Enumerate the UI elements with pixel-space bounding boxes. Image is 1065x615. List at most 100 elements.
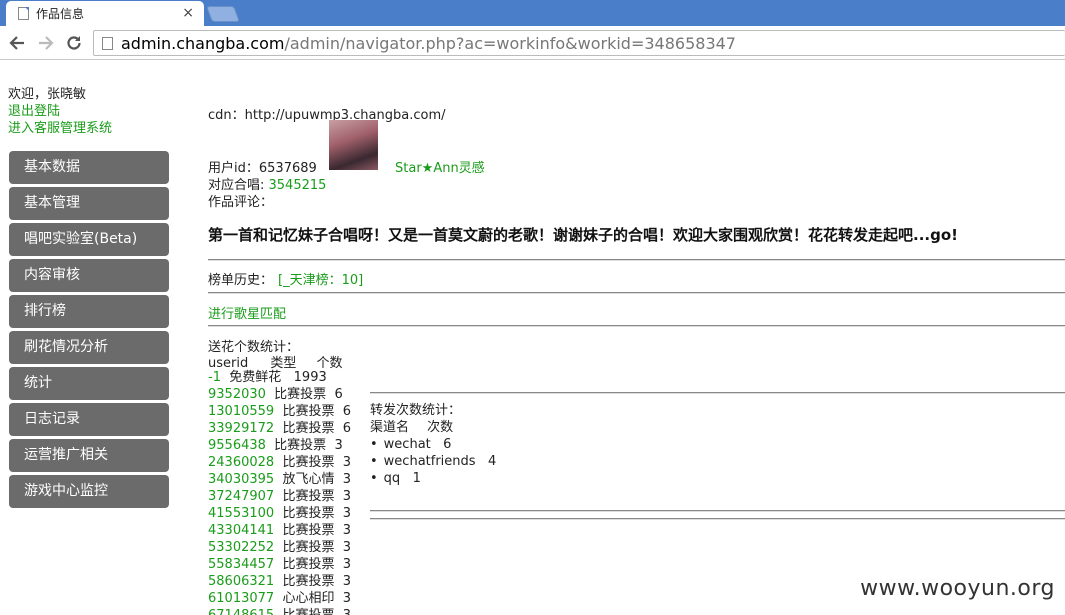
list-item: 53302252 比赛投票 3: [208, 539, 351, 556]
flower-type: 比赛投票: [274, 387, 327, 402]
sidebar-item-game-center[interactable]: 游戏中心监控: [9, 475, 169, 508]
browser-toolbar: admin.changba.com/admin/navigator.php?ac…: [0, 26, 1065, 60]
sidebar-item-flower-analysis[interactable]: 刷花情况分析: [9, 331, 169, 364]
comment-label: 作品评论：: [208, 195, 274, 210]
sidebar: 基本数据 基本管理 唱吧实验室(Beta) 内容审核 排行榜 刷花情况分析 统计…: [9, 151, 169, 511]
flower-userid-link[interactable]: 37247907: [208, 489, 274, 504]
flower-userid-link[interactable]: 34030395: [208, 472, 274, 487]
list-item: 34030395 放飞心情 3: [208, 471, 351, 488]
flower-type: 比赛投票: [282, 557, 335, 572]
watermark: www.wooyun.org: [860, 576, 1055, 601]
flower-type: 比赛投票: [282, 540, 335, 555]
list-item: 41553100 比赛投票 3: [208, 505, 351, 522]
avatar[interactable]: [329, 120, 378, 170]
share-channel: wechat: [383, 437, 431, 452]
divider: [370, 392, 1065, 394]
header-times: 次数: [427, 420, 454, 435]
star-match-link[interactable]: 进行歌星匹配: [208, 303, 286, 322]
share-stats-title: 转发次数统计：: [370, 403, 462, 418]
list-item: wechat 6: [370, 436, 496, 453]
flower-type: 心心相印: [282, 591, 335, 606]
flower-userid-link[interactable]: 41553100: [208, 506, 274, 521]
sidebar-item-basic-management[interactable]: 基本管理: [9, 187, 169, 220]
rank-link[interactable]: [_天津榜：10]: [278, 273, 363, 288]
flower-type: 比赛投票: [282, 455, 335, 470]
flower-count: 3: [342, 472, 351, 487]
sidebar-item-ranking[interactable]: 排行榜: [9, 295, 169, 328]
list-item: 55834457 比赛投票 3: [208, 556, 351, 573]
flower-count: 3: [342, 591, 351, 606]
share-stats: 转发次数统计： 渠道名 次数 wechat 6 wechatfriends 4 …: [370, 402, 496, 487]
cs-system-link[interactable]: 进入客服管理系统: [8, 120, 112, 137]
flower-type: 比赛投票: [282, 489, 335, 504]
new-tab-button[interactable]: [206, 6, 240, 22]
share-count: 1: [412, 471, 421, 486]
page-icon: [18, 7, 29, 20]
close-tab-icon[interactable]: ×: [182, 5, 194, 21]
url-path: /admin/navigator.php?ac=workinfo&workid=…: [284, 33, 736, 53]
flower-count: 3: [342, 574, 351, 589]
flower-count: 1993: [293, 370, 327, 385]
sidebar-item-basic-data[interactable]: 基本数据: [9, 151, 169, 184]
list-item: 9352030 比赛投票 6: [208, 386, 351, 403]
logout-link[interactable]: 退出登陆: [8, 103, 112, 120]
share-stats-header: 渠道名 次数: [370, 419, 496, 436]
flower-userid-link[interactable]: 33929172: [208, 421, 274, 436]
flower-userid-link[interactable]: 13010559: [208, 404, 274, 419]
reload-icon[interactable]: [63, 32, 85, 54]
flower-userid-link[interactable]: 53302252: [208, 540, 274, 555]
share-channel: wechatfriends: [383, 454, 476, 469]
flower-userid-link[interactable]: 55834457: [208, 557, 274, 572]
share-count: 6: [443, 437, 452, 452]
flower-list: -1 免费鲜花 1993 9352030 比赛投票 6 13010559 比赛投…: [208, 369, 351, 615]
flower-count: 3: [342, 557, 351, 572]
flower-userid-link[interactable]: 43304141: [208, 523, 274, 538]
flower-userid-link[interactable]: 58606321: [208, 574, 274, 589]
flower-type: 免费鲜花: [229, 370, 282, 385]
rank-label: 榜单历史：: [208, 273, 274, 288]
list-item: 61013077 心心相印 3: [208, 590, 351, 607]
flower-userid-link[interactable]: 9556438: [208, 438, 266, 453]
flower-userid-link[interactable]: 24360028: [208, 455, 274, 470]
sidebar-item-content-review[interactable]: 内容审核: [9, 259, 169, 292]
flower-count: 3: [334, 438, 343, 453]
sidebar-item-lab[interactable]: 唱吧实验室(Beta): [9, 223, 169, 256]
flower-count: 6: [342, 421, 351, 436]
flower-count: 3: [342, 540, 351, 555]
list-item: 43304141 比赛投票 3: [208, 522, 351, 539]
share-count: 4: [487, 454, 497, 469]
divider: [370, 518, 1065, 520]
duet-link[interactable]: 3545215: [269, 178, 327, 193]
flower-type: 比赛投票: [282, 608, 334, 615]
back-arrow-icon[interactable]: [6, 32, 28, 54]
list-item: 58606321 比赛投票 3: [208, 573, 351, 590]
flower-userid-link[interactable]: -1: [208, 370, 221, 385]
browser-tab-bar: 作品信息 ×: [0, 0, 1065, 26]
username-link[interactable]: Star★Ann灵感: [395, 157, 485, 176]
divider: [370, 510, 1065, 512]
flower-count: 6: [342, 404, 351, 419]
header-channel: 渠道名: [370, 420, 410, 435]
forward-arrow-icon[interactable]: [35, 32, 57, 54]
page-icon: [102, 36, 113, 50]
sidebar-item-statistics[interactable]: 统计: [9, 367, 169, 400]
flower-type: 比赛投票: [274, 438, 327, 453]
list-item: 37247907 比赛投票 3: [208, 488, 351, 505]
flower-count: 3: [342, 506, 351, 521]
user-area: 欢迎，张晓敏 退出登陆 进入客服管理系统: [8, 86, 112, 137]
flower-type: 比赛投票: [282, 404, 335, 419]
browser-tab[interactable]: 作品信息 ×: [6, 1, 204, 26]
flower-userid-link[interactable]: 9352030: [208, 387, 266, 402]
sidebar-item-operations[interactable]: 运营推广相关: [9, 439, 169, 472]
sidebar-item-logs[interactable]: 日志记录: [9, 403, 169, 436]
divider: [208, 325, 1065, 327]
url-host: admin.changba.com: [121, 33, 285, 53]
flower-userid-link[interactable]: 61013077: [208, 591, 274, 606]
welcome-text: 欢迎，张晓敏: [8, 87, 87, 102]
flower-type: 比赛投票: [282, 523, 335, 538]
flower-count: 3: [343, 608, 351, 615]
flower-type: 比赛投票: [282, 421, 335, 436]
address-bar[interactable]: admin.changba.com/admin/navigator.php?ac…: [93, 30, 1065, 56]
list-item: qq 1: [370, 470, 496, 487]
flower-userid-link[interactable]: 67148615: [208, 608, 274, 615]
